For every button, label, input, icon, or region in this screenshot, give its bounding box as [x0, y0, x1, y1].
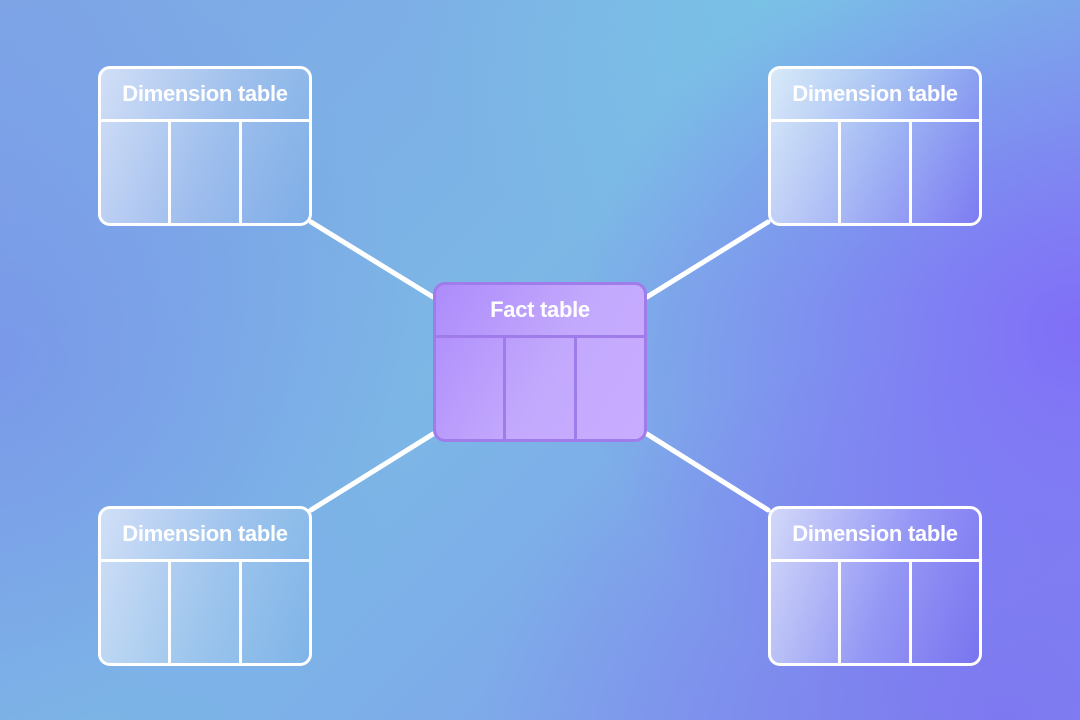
link-fact-to-top-left — [308, 219, 436, 300]
dimension-table-bottom-right: Dimension table — [768, 506, 982, 666]
table-columns — [101, 122, 309, 223]
table-column — [101, 122, 168, 223]
table-column — [168, 122, 238, 223]
table-columns — [771, 122, 979, 223]
table-columns — [771, 562, 979, 663]
table-columns — [436, 338, 644, 439]
table-column — [908, 562, 979, 663]
dimension-table-top-right: Dimension table — [768, 66, 982, 226]
fact-table-title: Fact table — [436, 285, 644, 338]
link-fact-to-top-right — [644, 219, 771, 300]
table-column — [771, 122, 838, 223]
table-column — [101, 562, 168, 663]
dimension-table-top-left: Dimension table — [98, 66, 312, 226]
dimension-table-bottom-left: Dimension table — [98, 506, 312, 666]
table-column — [238, 562, 309, 663]
table-columns — [101, 562, 309, 663]
link-fact-to-bottom-right — [644, 431, 771, 513]
table-column — [908, 122, 979, 223]
link-fact-to-bottom-left — [308, 431, 436, 513]
table-column — [436, 338, 503, 439]
table-column — [573, 338, 644, 439]
dimension-table-title: Dimension table — [101, 509, 309, 562]
table-column — [238, 122, 309, 223]
table-column — [168, 562, 238, 663]
dimension-table-title: Dimension table — [771, 69, 979, 122]
dimension-table-title: Dimension table — [101, 69, 309, 122]
table-column — [838, 562, 908, 663]
table-column — [503, 338, 573, 439]
table-column — [838, 122, 908, 223]
fact-table: Fact table — [433, 282, 647, 442]
dimension-table-title: Dimension table — [771, 509, 979, 562]
table-column — [771, 562, 838, 663]
